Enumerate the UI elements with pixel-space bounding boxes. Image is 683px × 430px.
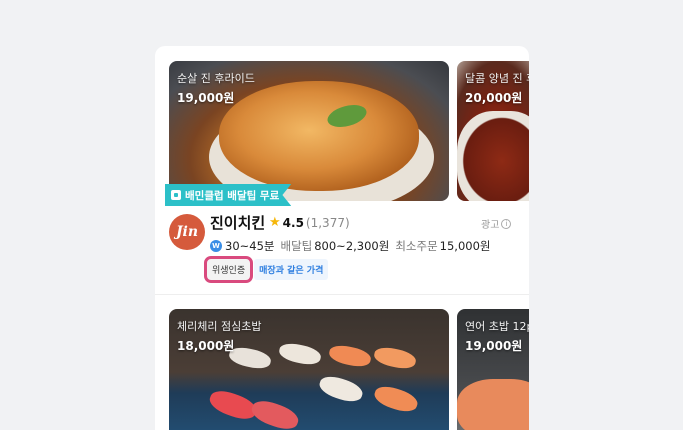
menu-photo-price: 20,000원 — [465, 91, 523, 105]
menu-photo-title: 연어 초밥 12p — [465, 320, 529, 333]
menu-photo-title: 체리체리 점심초밥 — [177, 320, 262, 333]
delivery-time: 30~45분 — [225, 239, 275, 253]
sushi-shape — [206, 386, 260, 424]
bowl-shape — [457, 111, 529, 201]
store-rating: ★ 4.5 (1,377) — [269, 215, 350, 230]
delivery-icon: W — [210, 240, 222, 252]
chicken-shape — [219, 81, 419, 191]
menu-photo-sushi[interactable]: 체리체리 점심초밥 18,000원 — [169, 309, 449, 430]
menu-photo-price: 19,000원 — [465, 339, 523, 353]
sushi-shape — [327, 342, 373, 370]
menu-photo-price: 19,000원 — [177, 91, 235, 105]
star-icon: ★ — [269, 215, 281, 230]
menu-photo-salmon-sushi[interactable]: 연어 초밥 12p 19,000원 — [457, 309, 529, 430]
store-list-card: 순살 진 후라이드 19,000원 달콤 양념 진 후 20,000원 배민클럽… — [155, 46, 529, 430]
delivery-tip: 800~2,300원 — [314, 239, 390, 253]
sushi-shape — [277, 340, 323, 368]
info-icon: i — [501, 218, 512, 229]
menu-photo-fried-chicken[interactable]: 순살 진 후라이드 19,000원 — [169, 61, 449, 201]
review-count: (1,377) — [305, 215, 350, 230]
store-name[interactable]: 진이치킨 — [210, 212, 265, 233]
sushi-shape — [316, 372, 366, 406]
salmon-shape — [457, 379, 529, 430]
sushi-shape — [371, 382, 421, 416]
rating-score: 4.5 — [282, 215, 304, 230]
ad-label-text: 광고 — [481, 220, 500, 231]
delivery-tip-label: 배달팁 — [280, 239, 313, 253]
delivery-info: W 30~45분 배달팁 800~2,300원 최소주문 15,000원 — [210, 238, 490, 254]
min-order: 15,000원 — [439, 239, 491, 253]
menu-photo-price: 18,000원 — [177, 339, 235, 353]
store-divider — [155, 294, 529, 295]
menu-photo-yangnyeom-chicken[interactable]: 달콤 양념 진 후 20,000원 — [457, 61, 529, 201]
store-tags: 위생인증 매장과 같은 가격 — [203, 256, 329, 283]
ad-label[interactable]: 광고 i — [481, 216, 512, 231]
hygiene-cert-tag: 위생인증 — [203, 256, 254, 283]
sushi-shape — [372, 344, 418, 372]
badge-label: 배민클럽 배달팁 무료 — [185, 189, 280, 202]
menu-photo-title: 달콤 양념 진 후 — [465, 72, 529, 85]
sushi-shape — [248, 396, 302, 430]
menu-photo-title: 순살 진 후라이드 — [177, 72, 255, 85]
min-order-label: 최소주문 — [395, 239, 438, 253]
baemin-club-free-tip-badge: 배민클럽 배달팁 무료 — [165, 184, 292, 206]
same-price-tag: 매장과 같은 가격 — [254, 259, 329, 280]
store-logo[interactable]: Jin — [169, 214, 205, 250]
club-icon — [171, 190, 181, 200]
